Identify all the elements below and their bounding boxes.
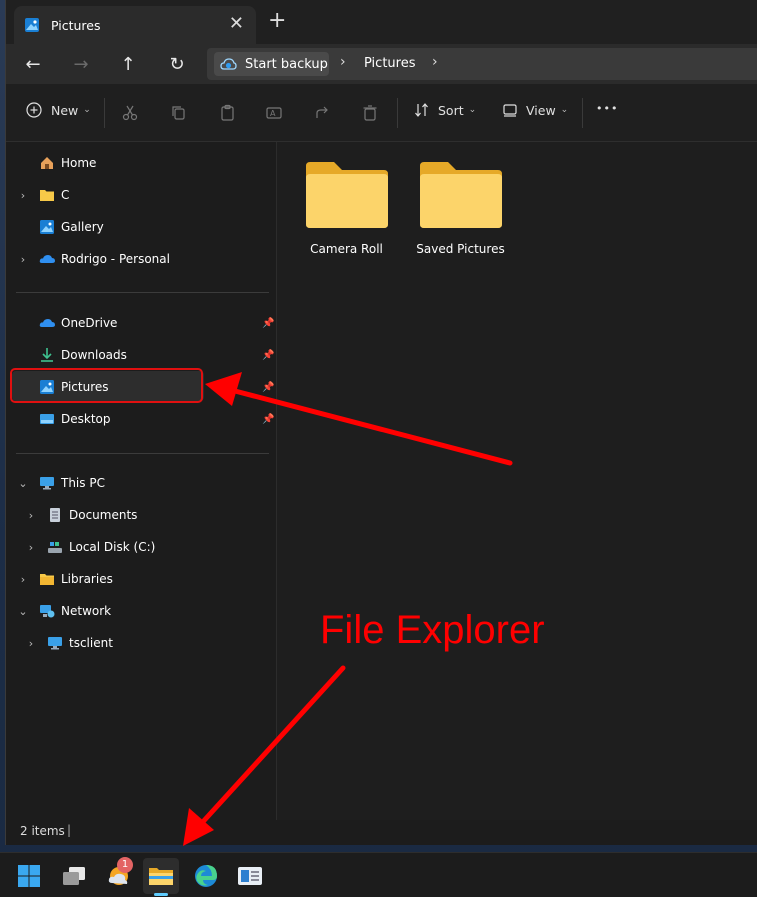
annotation-arrows	[183, 372, 513, 846]
arrow-to-pictures	[205, 372, 513, 466]
arrow-to-taskbar	[183, 665, 346, 846]
